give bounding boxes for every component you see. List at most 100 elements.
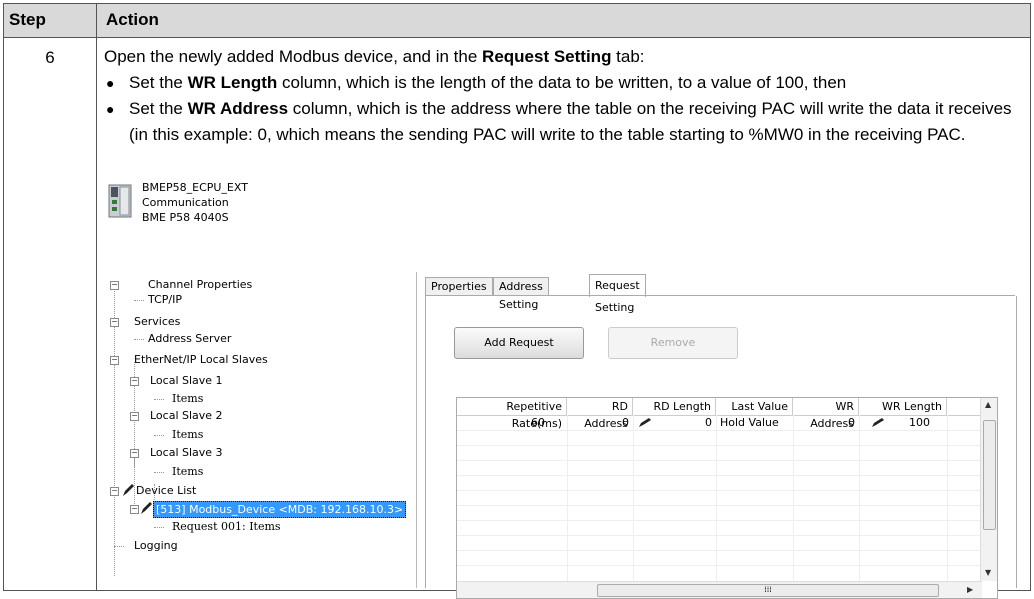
tree-label: Items (172, 465, 204, 478)
pencil-icon (123, 484, 134, 496)
tab-properties[interactable]: Properties (425, 277, 493, 296)
plc-module-icon (108, 184, 132, 218)
collapse-icon[interactable]: − (130, 412, 139, 421)
settings-panel: Properties Address Setting Request Setti… (425, 272, 1025, 599)
col-separator (716, 415, 717, 581)
tree-label: TCP/IP (148, 293, 182, 306)
tree-line (114, 284, 115, 576)
col-header-wr-address[interactable]: WR Address (793, 398, 859, 430)
tree-line (134, 456, 135, 504)
col-header-rd-length[interactable]: RD Length (633, 398, 716, 415)
col-header-rd-address[interactable]: RD Address (567, 398, 633, 430)
tree-branch (154, 472, 164, 473)
row-separator (457, 550, 982, 551)
cell-rep-rate[interactable]: 60 (457, 415, 549, 430)
device-header: BMEP58_ECPU_EXT Communication BME P58 40… (108, 180, 308, 230)
request-grid: Repetitive Rate(ms) RD Address RD Length… (456, 397, 998, 599)
intro-text: Open the newly added Modbus device, and … (104, 47, 483, 66)
tree-label: Local Slave 3 (150, 446, 223, 459)
tree-branch (134, 300, 144, 301)
remove-button[interactable]: Remove (608, 327, 738, 359)
vertical-scrollbar[interactable]: ▲ ▼ (980, 398, 997, 581)
collapse-icon[interactable]: − (130, 505, 139, 514)
col-header-wr-length[interactable]: WR Length (859, 398, 947, 415)
row-separator (457, 430, 982, 431)
tab-request-setting[interactable]: Request Setting (589, 274, 646, 314)
scroll-up-icon[interactable]: ▲ (985, 400, 991, 409)
device-model: BME P58 4040S (142, 211, 229, 224)
device-category: Communication (142, 196, 229, 209)
tree-label: Local Slave 1 (150, 374, 223, 387)
tree-label-selected: [513] Modbus_Device <MDB: 192.168.10.3> (153, 501, 407, 518)
row-separator (457, 460, 982, 461)
device-info: BMEP58_ECPU_EXT Communication BME P58 40… (142, 180, 248, 225)
action-intro: Open the newly added Modbus device, and … (104, 44, 1019, 70)
bullet1-prefix: Set the (129, 73, 188, 92)
header-step: Step (9, 10, 46, 29)
collapse-icon[interactable]: − (130, 449, 139, 458)
row-separator (457, 520, 982, 521)
col-header-last-value[interactable]: Last Value (716, 398, 793, 415)
tree-branch (154, 399, 164, 400)
scroll-thumb[interactable]: ⁞⁞⁞ (597, 584, 939, 597)
pencil-icon (141, 502, 152, 514)
tree-label: Local Slave 2 (150, 409, 223, 422)
horizontal-scrollbar[interactable]: ⁞⁞⁞ ▶ (457, 581, 982, 598)
config-tree: − Channel Properties TCP/IP − Services A… (110, 272, 417, 588)
collapse-icon[interactable]: − (110, 487, 119, 496)
add-request-button[interactable]: Add Request (454, 327, 584, 359)
bullet2-bold: WR Address (187, 99, 289, 118)
cell-wr-length[interactable]: 100 (859, 415, 934, 430)
col-header-rep-rate[interactable]: Repetitive Rate(ms) (457, 398, 567, 430)
collapse-icon[interactable]: − (110, 318, 119, 327)
col-separator (859, 415, 860, 581)
device-name: BMEP58_ECPU_EXT (142, 181, 248, 194)
tree-label: Items (172, 392, 204, 405)
tree-label: Channel Properties (148, 278, 253, 291)
step-number: 6 (45, 48, 55, 67)
col-separator (567, 415, 568, 581)
tree-label: EtherNet/IP Local Slaves (134, 353, 268, 366)
scroll-thumb[interactable] (983, 420, 996, 530)
tree-label: Address Server (148, 332, 232, 345)
tab-body: Add Request Remove Repetitive Rate(ms) R… (425, 296, 1017, 599)
bullet-list: Set the WR Length column, which is the l… (104, 70, 1019, 148)
cell-rd-length[interactable]: 0 (633, 415, 716, 430)
col-separator (793, 415, 794, 581)
tab-address-setting[interactable]: Address Setting (493, 277, 549, 311)
cell-wr-address[interactable]: 0 (793, 415, 859, 430)
tree-label: Services (134, 315, 181, 328)
action-text: Open the newly added Modbus device, and … (104, 44, 1019, 148)
tree-label: Items (172, 428, 204, 441)
cell-rd-address[interactable]: 0 (567, 415, 633, 430)
tree-branch (114, 546, 124, 547)
bullet2-prefix: Set the (129, 99, 188, 118)
tree-label: Logging (134, 539, 178, 552)
column-divider (96, 4, 97, 590)
row-separator (457, 565, 982, 566)
bullet-wr-address: Set the WR Address column, which is the … (104, 96, 1019, 148)
collapse-icon[interactable]: − (110, 281, 119, 290)
row-separator (457, 505, 982, 506)
grid-header-row: Repetitive Rate(ms) RD Address RD Length… (457, 398, 997, 430)
collapse-icon[interactable]: − (130, 377, 139, 386)
col-separator (633, 415, 634, 581)
cell-last-value[interactable]: Hold Value (716, 415, 793, 430)
tree-branch (154, 527, 164, 528)
row-separator (457, 475, 982, 476)
tree-label: Device List (136, 484, 197, 497)
row-separator (457, 535, 982, 536)
col-separator (947, 415, 948, 581)
header-action: Action (106, 10, 159, 29)
collapse-icon[interactable]: − (110, 356, 119, 365)
row-separator (457, 490, 982, 491)
intro-bold: Request Setting (482, 47, 612, 66)
scroll-right-icon[interactable]: ▶ (967, 585, 973, 594)
bullet-wr-length: Set the WR Length column, which is the l… (104, 70, 1019, 96)
scroll-down-icon[interactable]: ▼ (985, 568, 991, 577)
bullet1-bold: WR Length (187, 73, 278, 92)
tree-branch (154, 435, 164, 436)
table-header: Step Action (4, 4, 1030, 38)
tree-branch (134, 339, 144, 340)
intro-suffix: tab: (611, 47, 645, 66)
